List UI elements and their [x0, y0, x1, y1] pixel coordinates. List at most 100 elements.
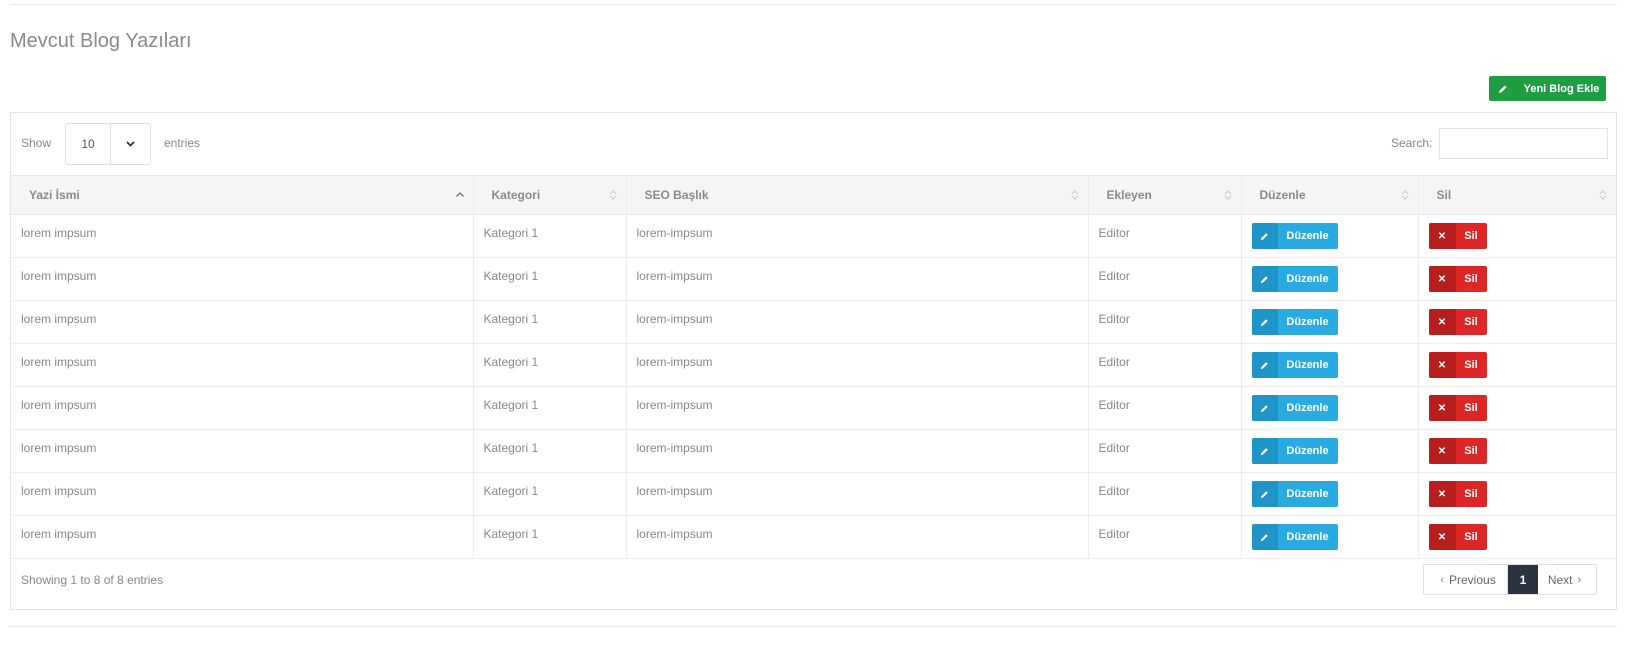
previous-page-button[interactable]: ‹ Previous	[1424, 565, 1508, 594]
cell-author: Editor	[1088, 214, 1242, 258]
edit-button-label: Düzenle	[1286, 445, 1329, 457]
cell-author: Editor	[1088, 343, 1242, 387]
edit-button[interactable]: Düzenle	[1251, 223, 1338, 249]
edit-button[interactable]: Düzenle	[1251, 352, 1338, 378]
delete-button[interactable]: ✕ Sil	[1428, 481, 1487, 507]
cell-seo: lorem-impsum	[626, 429, 1089, 473]
cell-author: Editor	[1088, 515, 1242, 559]
edit-button[interactable]: Düzenle	[1251, 481, 1338, 507]
pencil-icon	[1251, 352, 1278, 378]
chevron-right-icon: ›	[1577, 573, 1582, 586]
delete-button[interactable]: ✕ Sil	[1428, 309, 1487, 335]
sort-icon	[1598, 189, 1608, 201]
delete-button-label: Sil	[1464, 488, 1478, 500]
delete-button-label: Sil	[1464, 531, 1478, 543]
cell-category: Kategori 1	[473, 300, 627, 344]
pencil-icon	[1251, 266, 1278, 292]
edit-button[interactable]: Düzenle	[1251, 266, 1338, 292]
pencil-icon	[1489, 76, 1517, 101]
previous-label: Previous	[1449, 572, 1496, 587]
sort-icon	[1070, 189, 1080, 201]
blog-table-panel: Show 10 entries Search: Yazi İsmi Kategor…	[10, 112, 1617, 610]
table-row: lorem impsum Kategori 1 lorem-impsum Editor…	[11, 214, 1616, 258]
search-label: Search:	[1391, 136, 1433, 150]
next-page-button[interactable]: Next ›	[1538, 565, 1596, 594]
cell-name: lorem impsum	[11, 386, 474, 430]
table-row: lorem impsum Kategori 1 lorem-impsum Editor…	[11, 300, 1616, 344]
cell-name: lorem impsum	[11, 343, 474, 387]
times-icon: ✕	[1428, 524, 1456, 550]
times-icon: ✕	[1428, 352, 1456, 378]
column-header-label: Düzenle	[1259, 188, 1306, 202]
column-header-label: SEO Başlık	[644, 188, 709, 202]
sort-icon	[608, 189, 618, 201]
search-input[interactable]	[1439, 128, 1608, 159]
edit-button[interactable]: Düzenle	[1251, 395, 1338, 421]
edit-button-label: Düzenle	[1286, 273, 1329, 285]
cell-seo: lorem-impsum	[626, 386, 1089, 430]
column-header-name[interactable]: Yazi İsmi	[11, 175, 474, 215]
delete-button[interactable]: ✕ Sil	[1428, 395, 1487, 421]
entries-length-value: 10	[66, 124, 111, 164]
cell-edit: Düzenle	[1241, 429, 1419, 473]
edit-button-label: Düzenle	[1286, 488, 1329, 500]
column-header-label: Kategori	[491, 188, 541, 202]
chevron-down-icon	[111, 124, 150, 164]
table-info: Showing 1 to 8 of 8 entries	[21, 573, 164, 587]
cell-edit: Düzenle	[1241, 472, 1419, 516]
top-divider	[10, 4, 1617, 5]
column-header-seo[interactable]: SEO Başlık	[626, 175, 1089, 215]
cell-name: lorem impsum	[11, 429, 474, 473]
cell-author: Editor	[1088, 257, 1242, 301]
column-header-author[interactable]: Ekleyen	[1088, 175, 1242, 215]
cell-category: Kategori 1	[473, 214, 627, 258]
table-row: lorem impsum Kategori 1 lorem-impsum Editor…	[11, 343, 1616, 387]
delete-button-label: Sil	[1464, 359, 1478, 371]
table-row: lorem impsum Kategori 1 lorem-impsum Editor…	[11, 257, 1616, 301]
cell-edit: Düzenle	[1241, 343, 1419, 387]
cell-category: Kategori 1	[473, 257, 627, 301]
cell-category: Kategori 1	[473, 386, 627, 430]
delete-button-label: Sil	[1464, 230, 1478, 242]
column-header-delete[interactable]: Sil	[1418, 175, 1616, 215]
cell-author: Editor	[1088, 300, 1242, 344]
table-body: lorem impsum Kategori 1 lorem-impsum Editor…	[11, 214, 1616, 559]
new-blog-button[interactable]: Yeni Blog Ekle	[1489, 76, 1606, 101]
delete-button-label: Sil	[1464, 316, 1478, 328]
cell-name: lorem impsum	[11, 300, 474, 344]
pencil-icon	[1251, 309, 1278, 335]
cell-name: lorem impsum	[11, 472, 474, 516]
column-header-edit[interactable]: Düzenle	[1241, 175, 1419, 215]
edit-button-label: Düzenle	[1286, 230, 1329, 242]
entries-length-select[interactable]: 10	[65, 123, 151, 165]
column-header-category[interactable]: Kategori	[473, 175, 627, 215]
delete-button[interactable]: ✕ Sil	[1428, 266, 1487, 292]
edit-button[interactable]: Düzenle	[1251, 309, 1338, 335]
cell-name: lorem impsum	[11, 257, 474, 301]
show-label: Show	[21, 136, 52, 150]
cell-seo: lorem-impsum	[626, 257, 1089, 301]
cell-delete: ✕ Sil	[1418, 472, 1616, 516]
cell-category: Kategori 1	[473, 515, 627, 559]
cell-delete: ✕ Sil	[1418, 386, 1616, 430]
cell-delete: ✕ Sil	[1418, 214, 1616, 258]
page-1-button[interactable]: 1	[1508, 565, 1538, 594]
pencil-icon	[1251, 481, 1278, 507]
edit-button[interactable]: Düzenle	[1251, 524, 1338, 550]
delete-button[interactable]: ✕ Sil	[1428, 223, 1487, 249]
pencil-icon	[1251, 524, 1278, 550]
delete-button[interactable]: ✕ Sil	[1428, 524, 1487, 550]
times-icon: ✕	[1428, 266, 1456, 292]
edit-button-label: Düzenle	[1286, 316, 1329, 328]
edit-button[interactable]: Düzenle	[1251, 438, 1338, 464]
times-icon: ✕	[1428, 481, 1456, 507]
cell-seo: lorem-impsum	[626, 343, 1089, 387]
cell-name: lorem impsum	[11, 214, 474, 258]
cell-seo: lorem-impsum	[626, 300, 1089, 344]
pencil-icon	[1251, 395, 1278, 421]
delete-button[interactable]: ✕ Sil	[1428, 352, 1487, 378]
new-blog-button-label: Yeni Blog Ekle	[1523, 82, 1600, 95]
delete-button[interactable]: ✕ Sil	[1428, 438, 1487, 464]
sort-asc-icon	[455, 189, 465, 201]
cell-category: Kategori 1	[473, 343, 627, 387]
